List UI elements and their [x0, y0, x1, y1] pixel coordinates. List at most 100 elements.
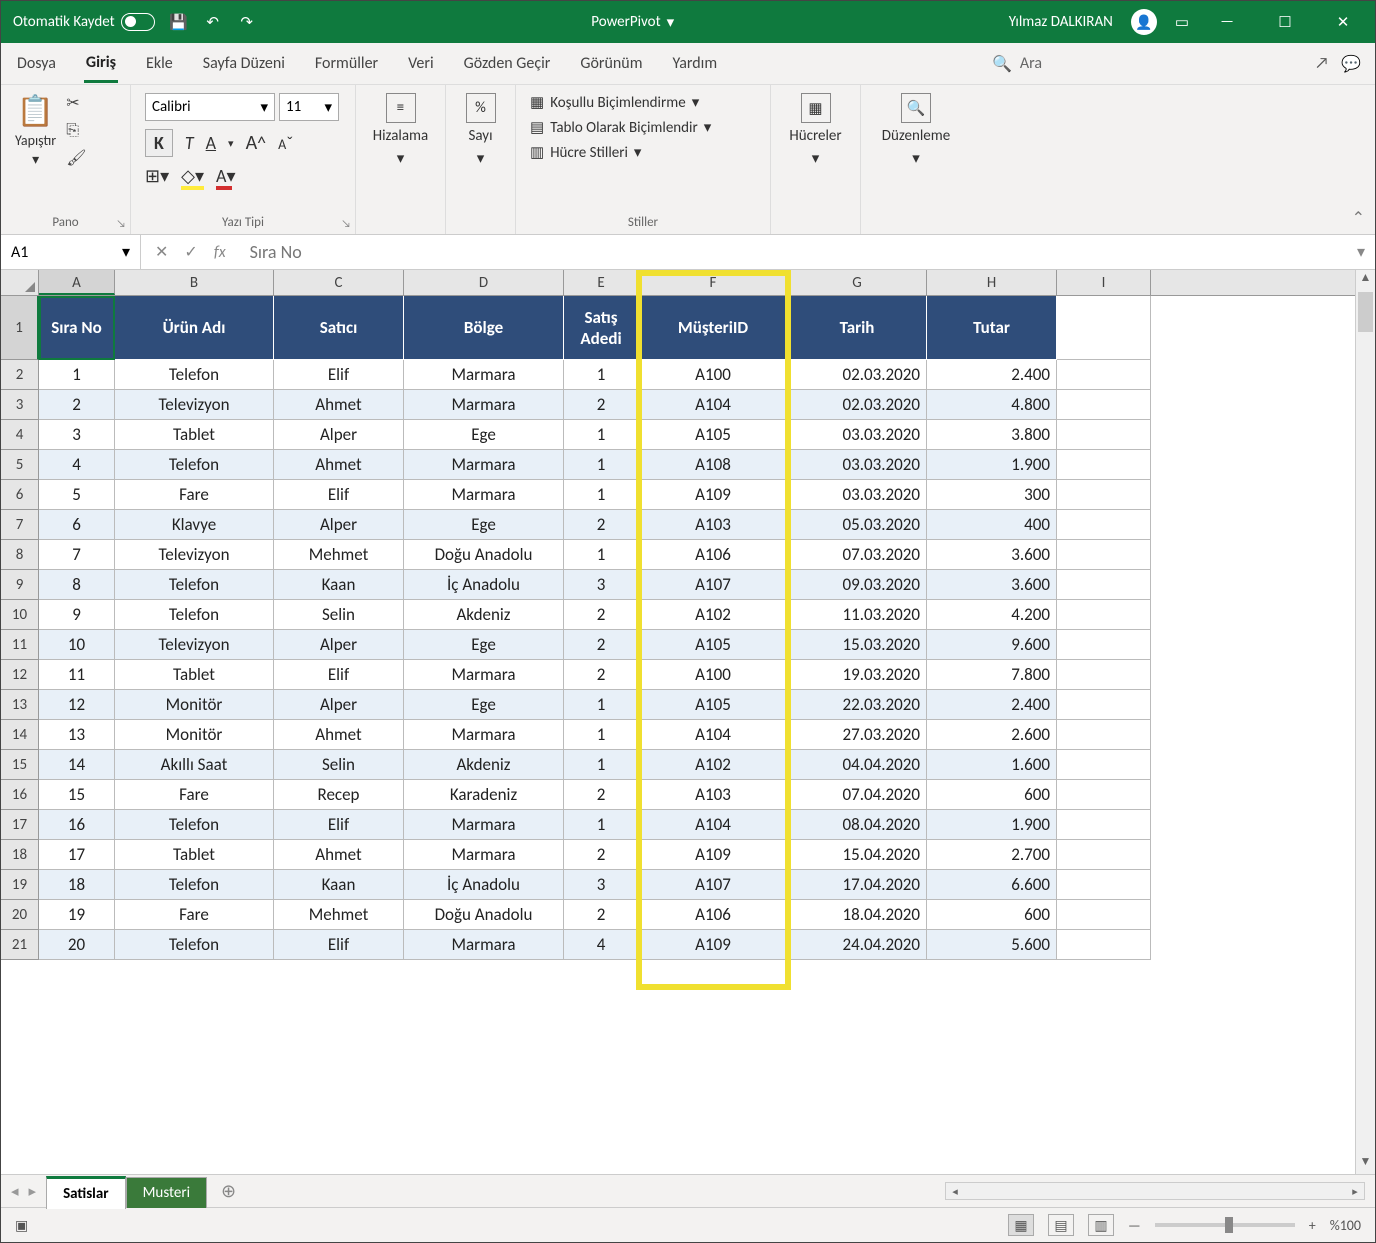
table-cell[interactable]: Telefon — [115, 600, 274, 630]
table-cell[interactable]: 13 — [39, 720, 115, 750]
table-cell[interactable]: 18 — [39, 870, 115, 900]
table-cell[interactable]: Fare — [115, 780, 274, 810]
table-cell[interactable]: İç Anadolu — [404, 570, 564, 600]
empty-cell[interactable] — [1057, 360, 1151, 390]
empty-cell[interactable] — [1057, 840, 1151, 870]
table-cell[interactable]: Fare — [115, 900, 274, 930]
table-cell[interactable]: 3.600 — [927, 540, 1057, 570]
empty-cell[interactable] — [1057, 720, 1151, 750]
row-header[interactable]: 2 — [1, 360, 39, 390]
table-cell[interactable]: A107 — [639, 870, 788, 900]
table-cell[interactable]: 2 — [564, 900, 639, 930]
dialog-launcher-icon[interactable]: ↘ — [116, 217, 126, 230]
chevron-down-icon[interactable]: ▾ — [692, 93, 700, 112]
table-cell[interactable]: Doğu Anadolu — [404, 540, 564, 570]
table-cell[interactable]: 27.03.2020 — [788, 720, 927, 750]
row-header[interactable]: 5 — [1, 450, 39, 480]
table-cell[interactable]: 12 — [39, 690, 115, 720]
table-cell[interactable]: 5.600 — [927, 930, 1057, 960]
table-cell[interactable]: Elif — [274, 930, 404, 960]
table-cell[interactable]: Elif — [274, 810, 404, 840]
row-header[interactable]: 12 — [1, 660, 39, 690]
table-cell[interactable]: 14 — [39, 750, 115, 780]
column-header-A[interactable]: A — [39, 270, 115, 295]
number-button[interactable]: % Sayı ▾ — [460, 93, 501, 168]
tab-sayfa[interactable]: Sayfa Düzeni — [201, 46, 287, 81]
table-cell[interactable]: Televizyon — [115, 390, 274, 420]
empty-cell[interactable] — [1057, 570, 1151, 600]
font-name-select[interactable]: Calibri▾ — [145, 93, 275, 121]
table-cell[interactable]: 5 — [39, 480, 115, 510]
table-cell[interactable]: 1.600 — [927, 750, 1057, 780]
table-cell[interactable]: 17 — [39, 840, 115, 870]
table-cell[interactable]: 15 — [39, 780, 115, 810]
chevron-down-icon[interactable]: ▾ — [397, 149, 405, 168]
table-cell[interactable]: A105 — [639, 420, 788, 450]
table-cell[interactable]: Ahmet — [274, 840, 404, 870]
row-header[interactable]: 15 — [1, 750, 39, 780]
table-cell[interactable]: Akıllı Saat — [115, 750, 274, 780]
table-cell[interactable]: 2.700 — [927, 840, 1057, 870]
table-cell[interactable]: Alper — [274, 630, 404, 660]
table-cell[interactable]: 6 — [39, 510, 115, 540]
chevron-down-icon[interactable]: ▾ — [260, 98, 268, 117]
table-cell[interactable]: Selin — [274, 600, 404, 630]
table-cell[interactable]: Alper — [274, 420, 404, 450]
table-cell[interactable]: 2.600 — [927, 720, 1057, 750]
table-cell[interactable]: 1 — [564, 450, 639, 480]
table-cell[interactable]: 2 — [564, 780, 639, 810]
row-header[interactable]: 11 — [1, 630, 39, 660]
column-header-G[interactable]: G — [788, 270, 927, 295]
vertical-scrollbar[interactable]: ▲ ▼ — [1355, 270, 1375, 1174]
undo-icon[interactable]: ↶ — [203, 12, 223, 32]
chevron-down-icon[interactable]: ▾ — [704, 118, 712, 137]
normal-view-button[interactable]: ▦ — [1008, 1214, 1034, 1236]
table-cell[interactable]: 3 — [564, 870, 639, 900]
table-cell[interactable]: 600 — [927, 780, 1057, 810]
comments-icon[interactable]: 💬 — [1341, 54, 1361, 74]
formula-input[interactable]: Sıra No — [240, 241, 1347, 263]
cancel-icon[interactable]: ✕ — [155, 242, 168, 262]
table-cell[interactable]: 8 — [39, 570, 115, 600]
table-cell[interactable]: 09.03.2020 — [788, 570, 927, 600]
table-cell[interactable]: 1.900 — [927, 810, 1057, 840]
row-header[interactable]: 3 — [1, 390, 39, 420]
table-cell[interactable]: A107 — [639, 570, 788, 600]
row-header[interactable]: 1 — [1, 296, 39, 360]
table-header-cell[interactable]: Satış Adedi — [564, 296, 639, 360]
row-header[interactable]: 19 — [1, 870, 39, 900]
table-cell[interactable]: Ege — [404, 510, 564, 540]
row-header[interactable]: 7 — [1, 510, 39, 540]
table-cell[interactable]: A109 — [639, 930, 788, 960]
fx-icon[interactable]: fx — [214, 243, 226, 262]
table-cell[interactable]: 2 — [564, 630, 639, 660]
borders-button[interactable]: ⊞▾ — [145, 165, 169, 187]
table-header-cell[interactable]: Ürün Adı — [115, 296, 274, 360]
close-icon[interactable]: ✕ — [1323, 13, 1363, 32]
table-cell[interactable]: Marmara — [404, 360, 564, 390]
table-cell[interactable]: Elif — [274, 480, 404, 510]
row-header[interactable]: 13 — [1, 690, 39, 720]
table-cell[interactable]: Alper — [274, 690, 404, 720]
empty-cell[interactable] — [1057, 630, 1151, 660]
sheet-prev-icon[interactable]: ◂ — [11, 1182, 19, 1201]
enter-icon[interactable]: ✓ — [184, 242, 197, 262]
row-header[interactable]: 6 — [1, 480, 39, 510]
avatar[interactable]: 👤 — [1131, 9, 1157, 35]
table-cell[interactable]: 04.04.2020 — [788, 750, 927, 780]
zoom-slider[interactable] — [1155, 1223, 1295, 1227]
table-cell[interactable]: 03.03.2020 — [788, 480, 927, 510]
table-cell[interactable]: Ege — [404, 690, 564, 720]
table-cell[interactable]: Kaan — [274, 870, 404, 900]
chevron-down-icon[interactable]: ▾ — [324, 98, 332, 117]
table-cell[interactable]: Karadeniz — [404, 780, 564, 810]
table-cell[interactable]: Fare — [115, 480, 274, 510]
table-cell[interactable]: 08.04.2020 — [788, 810, 927, 840]
table-cell[interactable]: 07.04.2020 — [788, 780, 927, 810]
table-cell[interactable]: Mehmet — [274, 900, 404, 930]
table-cell[interactable]: 11 — [39, 660, 115, 690]
table-cell[interactable]: Monitör — [115, 720, 274, 750]
table-cell[interactable]: Ahmet — [274, 720, 404, 750]
chevron-down-icon[interactable]: ▾ — [32, 151, 39, 168]
grow-font-button[interactable]: A^ — [246, 131, 267, 155]
